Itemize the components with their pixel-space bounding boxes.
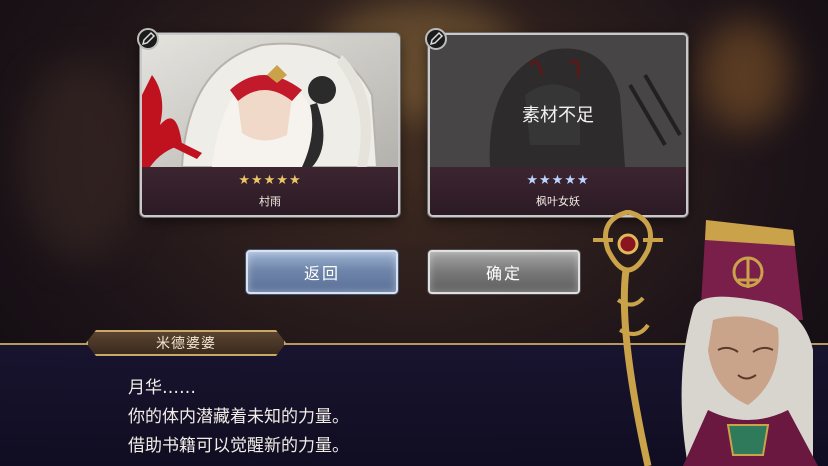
game-scene: ★★★★★ 村雨 素材不足 ★★★★★ 枫叶女妖 返回 确定 米德婆婆 月华………: [0, 0, 828, 466]
confirm-button[interactable]: 确定: [428, 250, 580, 294]
background-light: [700, 20, 790, 130]
npc-portrait: [593, 210, 818, 466]
character-name: 村雨: [259, 195, 281, 208]
character-card-murasame[interactable]: ★★★★★ 村雨: [142, 35, 398, 215]
scepter-icon: [593, 210, 663, 466]
pencil-icon[interactable]: [425, 28, 447, 50]
background-light: [20, 60, 140, 260]
dialog-line: 你的体内潜藏着未知的力量。: [128, 407, 349, 427]
rarity-stars: ★★★★★: [526, 173, 590, 188]
dialog-line: 借助书籍可以觉醒新的力量。: [128, 436, 349, 456]
card-info-strip: ★★★★★ 村雨: [142, 167, 398, 215]
character-card-maple-banshee[interactable]: 素材不足 ★★★★★ 枫叶女妖: [430, 35, 686, 215]
speaker-nameplate: 米德婆婆: [86, 330, 286, 356]
insufficient-material-label: 素材不足: [522, 105, 594, 126]
character-portrait: [142, 35, 398, 167]
card-info-strip: ★★★★★ 枫叶女妖: [430, 167, 686, 215]
back-button[interactable]: 返回: [246, 250, 398, 294]
dialog-line: 月华……: [128, 378, 196, 398]
pencil-icon[interactable]: [137, 28, 159, 50]
rarity-stars: ★★★★★: [238, 173, 302, 188]
character-name: 枫叶女妖: [536, 195, 580, 208]
